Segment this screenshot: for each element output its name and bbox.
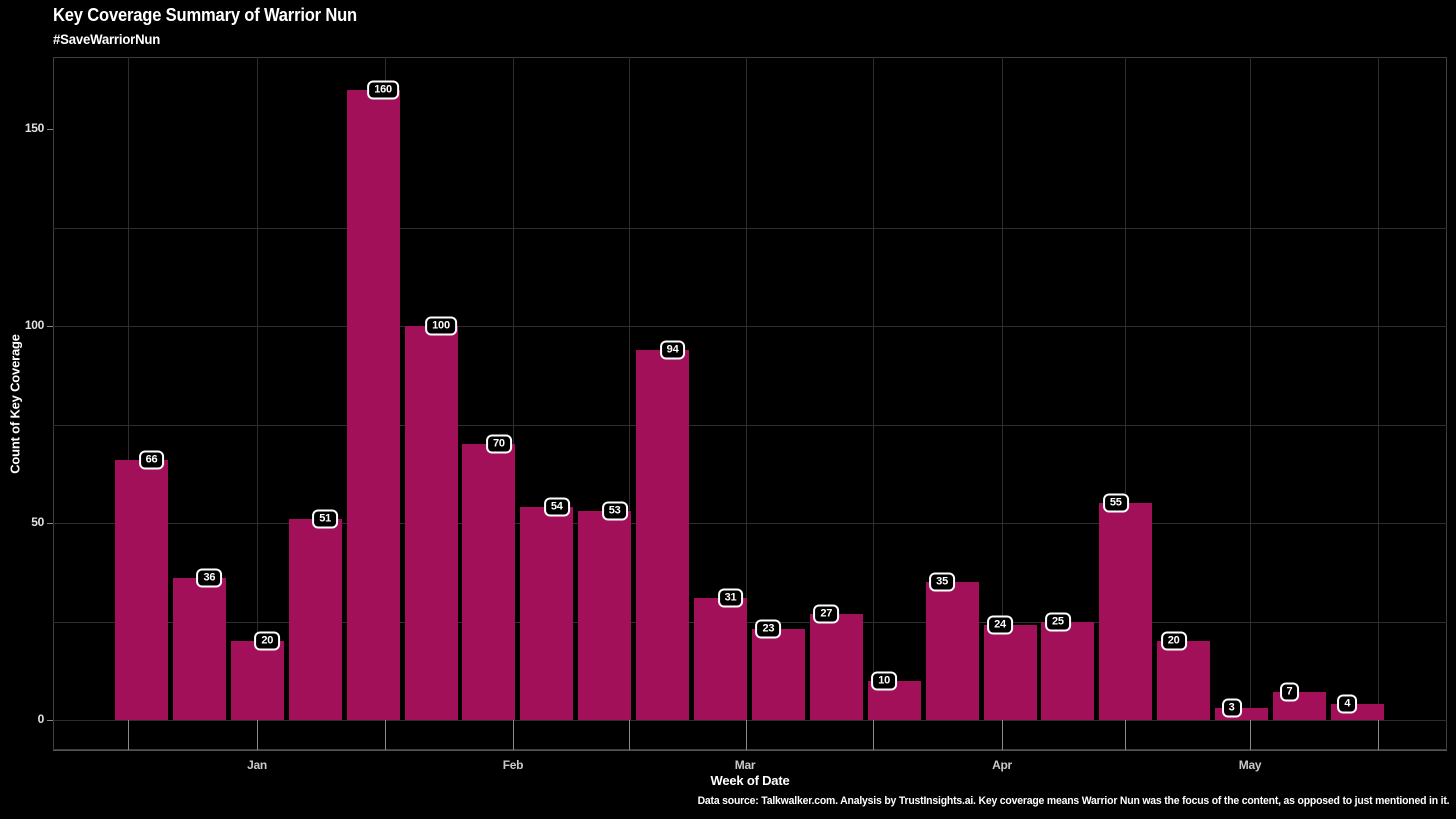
x-axis-title: Week of Date <box>710 773 790 788</box>
y-gridline <box>53 621 1447 623</box>
chart-subtitle: #SaveWarriorNun <box>53 31 161 47</box>
bar-value-badge: 4 <box>1337 694 1358 714</box>
bar-value-badge: 70 <box>485 434 512 454</box>
bar-value-badge: 53 <box>601 501 628 521</box>
bar[interactable] <box>404 326 458 720</box>
month-label: Mar <box>734 758 756 772</box>
bar[interactable] <box>230 641 284 720</box>
y-tick-label: 100 <box>24 318 44 332</box>
x-tick-mark <box>1125 720 1126 750</box>
x-tick-mark <box>629 720 630 750</box>
bar[interactable] <box>809 613 863 720</box>
bar-value-badge: 31 <box>717 588 744 608</box>
month-label: Apr <box>992 758 1012 772</box>
bar[interactable] <box>115 459 168 720</box>
dashboard: Key Coverage Summary of Warrior Nun #Sav… <box>0 0 1456 819</box>
bar-value-badge: 3 <box>1221 698 1242 718</box>
bar[interactable] <box>694 597 747 720</box>
month-label: Feb <box>502 758 524 772</box>
x-tick-mark <box>128 720 129 750</box>
x-gridline <box>257 57 258 720</box>
x-tick-mark <box>1002 720 1003 750</box>
x-gridline <box>1378 57 1379 720</box>
x-axis-line <box>53 750 1447 751</box>
x-tick-mark <box>513 720 514 750</box>
bar-value-badge: 51 <box>312 509 339 529</box>
bar-value-badge: 54 <box>543 497 570 517</box>
bar-value-badge: 20 <box>254 631 281 651</box>
bar[interactable] <box>462 444 516 720</box>
bar[interactable] <box>1041 621 1095 720</box>
bar-value-badge: 10 <box>871 671 898 691</box>
bar-value-badge: 27 <box>813 604 840 624</box>
bar[interactable] <box>925 582 979 720</box>
x-tick-mark <box>385 720 386 750</box>
x-gridline <box>873 57 874 720</box>
month-label: Jan <box>247 758 267 772</box>
x-gridline <box>1250 57 1251 720</box>
y-gridline <box>53 720 1447 721</box>
bar[interactable] <box>172 578 226 720</box>
footer-caption: Data source: Talkwalker.com. Analysis by… <box>697 795 1449 807</box>
bar-value-badge: 36 <box>196 568 223 588</box>
bar-value-badge: 100 <box>425 316 457 336</box>
bar-value-badge: 160 <box>367 80 399 100</box>
bar-value-badge: 7 <box>1279 682 1300 702</box>
bar-value-badge: 55 <box>1102 493 1129 513</box>
y-tick-label: 50 <box>31 515 44 529</box>
bar[interactable] <box>1099 503 1153 720</box>
bar-value-badge: 35 <box>929 572 956 592</box>
bar[interactable] <box>983 625 1037 720</box>
bar-value-badge: 94 <box>659 340 686 360</box>
bar[interactable] <box>751 629 805 720</box>
y-gridline <box>53 227 1447 229</box>
y-tick-mark <box>47 129 53 130</box>
x-tick-mark <box>1250 720 1251 750</box>
bar[interactable] <box>1157 641 1211 720</box>
bar[interactable] <box>346 89 400 720</box>
x-tick-mark <box>746 720 747 750</box>
bar[interactable] <box>288 519 342 720</box>
bar[interactable] <box>578 511 632 720</box>
bar[interactable] <box>636 349 690 720</box>
bar-value-badge: 25 <box>1044 612 1071 631</box>
bar-value-badge: 23 <box>755 619 782 639</box>
bar-value-badge: 20 <box>1160 631 1187 651</box>
y-tick-label: 0 <box>37 712 45 726</box>
month-label: May <box>1238 758 1262 772</box>
bar-value-badge: 24 <box>987 615 1013 635</box>
bar[interactable] <box>520 507 574 720</box>
y-axis-title: Count of Key Coverage <box>7 334 23 474</box>
y-gridline <box>53 424 1447 426</box>
x-tick-mark <box>873 720 874 750</box>
bar-value-badge: 66 <box>138 450 165 470</box>
y-gridline <box>53 326 1447 327</box>
chart-title: Key Coverage Summary of Warrior Nun <box>53 5 357 25</box>
y-gridline <box>53 523 1447 524</box>
x-tick-mark <box>1378 720 1379 750</box>
x-tick-mark <box>257 720 258 750</box>
y-tick-label: 150 <box>24 121 44 135</box>
